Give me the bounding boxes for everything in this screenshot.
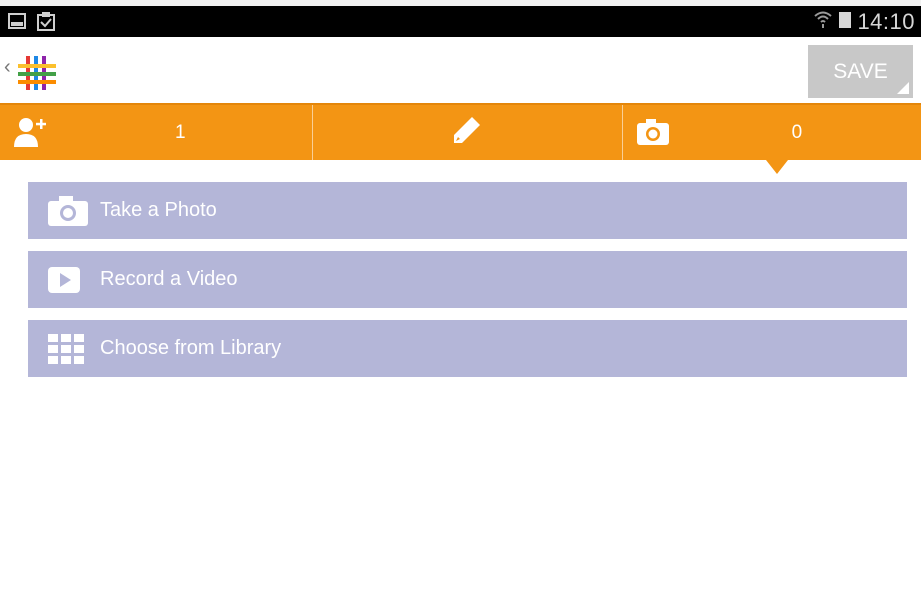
- media-options: Take a Photo Record a Video Choose from …: [28, 182, 907, 389]
- grid-icon: [48, 333, 84, 364]
- choose-library-option[interactable]: Choose from Library: [28, 320, 907, 377]
- camera-icon: [636, 119, 669, 150]
- play-icon: [48, 266, 80, 293]
- save-button[interactable]: SAVE: [808, 45, 913, 98]
- save-button-label: SAVE: [833, 59, 888, 83]
- tab-people[interactable]: 1: [0, 105, 312, 160]
- people-count: 1: [175, 121, 186, 143]
- record-video-label: Record a Video: [100, 268, 238, 290]
- add-person-icon: [14, 117, 48, 152]
- take-photo-label: Take a Photo: [100, 199, 217, 221]
- active-tab-indicator: [766, 160, 788, 174]
- battery-icon: [839, 10, 852, 33]
- back-chevron-icon[interactable]: ‹: [4, 57, 11, 77]
- status-clock: 14:10: [857, 8, 915, 34]
- photo-count: 0: [791, 121, 803, 143]
- clipboard-check-icon: [36, 11, 56, 36]
- tab-edit[interactable]: [312, 105, 621, 160]
- camera-icon: [48, 195, 88, 226]
- tab-bar: 1 0: [0, 103, 921, 160]
- action-bar: ‹ SAVE: [0, 37, 921, 103]
- take-photo-option[interactable]: Take a Photo: [28, 182, 907, 239]
- image-notification-icon: [8, 12, 26, 35]
- save-corner-mark: [897, 82, 909, 94]
- status-bar: 14:10: [0, 6, 921, 37]
- app-logo-icon[interactable]: [16, 52, 58, 94]
- wifi-icon: [813, 10, 833, 33]
- choose-library-label: Choose from Library: [100, 337, 282, 359]
- pencil-icon: [452, 115, 482, 150]
- record-video-option[interactable]: Record a Video: [28, 251, 907, 308]
- tab-photos[interactable]: 0: [621, 105, 921, 160]
